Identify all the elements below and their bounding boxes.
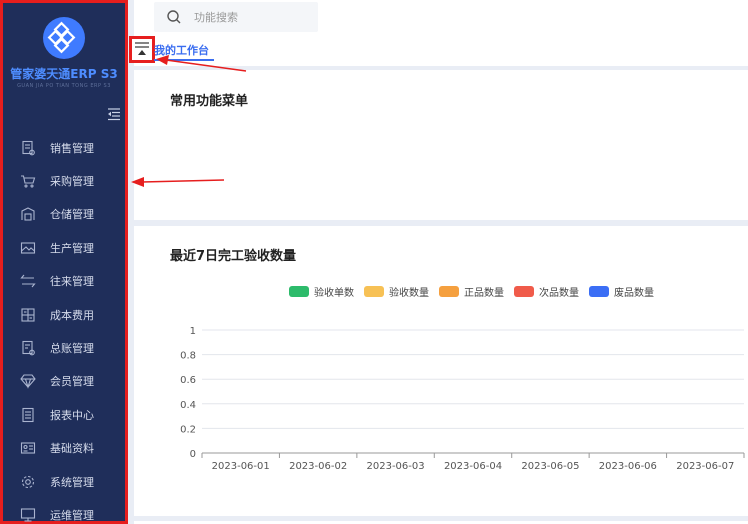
sidebar-item-label: 会员管理 — [50, 375, 94, 389]
sales-doc-icon — [20, 140, 36, 156]
sidebar-item-label: 销售管理 — [50, 141, 94, 155]
sidebar-item-reports[interactable]: 报表中心 — [3, 398, 125, 431]
sidebar-item-label: 系统管理 — [50, 475, 94, 489]
gear-icon — [20, 474, 36, 490]
sidebar-item-member[interactable]: 会员管理 — [3, 365, 125, 398]
search-input[interactable] — [194, 9, 304, 25]
x-tick-label: 2023-06-02 — [289, 461, 347, 472]
x-tick-label: 2023-06-04 — [444, 461, 502, 472]
sidebar-item-label: 成本费用 — [50, 308, 94, 322]
brand-logo — [43, 17, 85, 59]
sidebar-item-purchase[interactable]: 采购管理 — [3, 164, 125, 197]
common-menu-card: 常用功能菜单 — [134, 70, 748, 220]
sidebar-collapse-button[interactable] — [107, 106, 121, 121]
search-box[interactable] — [154, 2, 318, 32]
diamond-icon — [20, 373, 36, 390]
x-tick-label: 2023-06-03 — [367, 461, 425, 472]
sidebar-item-label: 仓储管理 — [50, 208, 94, 222]
sidebar-item-label: 生产管理 — [50, 241, 94, 255]
sidebar-item-production[interactable]: 生产管理 — [3, 231, 125, 264]
sidebar-item-system[interactable]: 系统管理 — [3, 465, 125, 498]
sidebar-item-label: 采购管理 — [50, 175, 94, 189]
x-tick-label: 2023-06-07 — [676, 461, 734, 472]
id-card-icon — [20, 440, 36, 456]
y-tick-label: 0.8 — [180, 351, 196, 362]
x-tick-label: 2023-06-05 — [521, 461, 579, 472]
sidebar-collapse-icon — [107, 106, 121, 125]
calculator-icon — [20, 307, 36, 323]
sidebar-item-sales[interactable]: 销售管理 — [3, 131, 125, 164]
y-tick-label: 0 — [190, 449, 196, 460]
acceptance-chart: 0 0.2 0.4 0.6 0.8 1 2023-06-01 2023-06-02 2023-0… — [180, 326, 745, 472]
y-tick-label: 1 — [190, 326, 196, 337]
sidebar-item-label: 运维管理 — [50, 508, 94, 522]
sidebar-item-basic-data[interactable]: 基础资料 — [3, 432, 125, 465]
warehouse-icon — [20, 206, 36, 222]
exchange-icon — [20, 273, 36, 289]
sidebar-item-ops[interactable]: 运维管理 — [3, 498, 125, 524]
brand-name: 管家婆天通ERP S3 — [10, 67, 118, 81]
x-tick-label: 2023-06-01 — [212, 461, 270, 472]
sidebar-item-cost[interactable]: 成本费用 — [3, 298, 125, 331]
sidebar-item-exchange[interactable]: 往来管理 — [3, 265, 125, 298]
factory-icon — [20, 240, 36, 256]
x-tick-label: 2023-06-06 — [599, 461, 657, 472]
sidebar-item-label: 基础资料 — [50, 442, 94, 456]
monitor-icon — [20, 507, 36, 523]
sidebar: 管家婆天通ERP S3 GUAN JIA PO TIAN TONG ERP S3… — [0, 0, 128, 524]
cart-icon — [20, 173, 36, 189]
brand-subtitle: GUAN JIA PO TIAN TONG ERP S3 — [17, 83, 111, 89]
tab-my-workbench[interactable]: 我的工作台 — [154, 42, 209, 58]
search-icon — [166, 9, 182, 25]
sidebar-item-ledger[interactable]: 总账管理 — [3, 331, 125, 364]
report-icon — [20, 407, 36, 423]
ledger-icon — [20, 340, 36, 356]
sidebar-item-label: 往来管理 — [50, 275, 94, 289]
sidebar-menu: 销售管理 采购管理 仓储管理 生产管理 往来管理 成本费用 总账管理 会员管理 … — [3, 131, 125, 524]
common-menu-title: 常用功能菜单 — [170, 94, 249, 109]
y-tick-label: 0.2 — [180, 424, 196, 435]
y-tick-label: 0.4 — [180, 400, 196, 411]
y-tick-label: 0.6 — [180, 375, 196, 386]
tab-bar-toggle-button[interactable] — [129, 36, 155, 63]
sidebar-item-label: 总账管理 — [50, 342, 94, 356]
menu-fold-icon — [132, 42, 152, 64]
sidebar-item-warehouse[interactable]: 仓储管理 — [3, 198, 125, 231]
sidebar-item-label: 报表中心 — [50, 408, 94, 422]
app-root: 我的工作台 常用功能菜单 最近7日完工验收数量 验收单数验收数量正品数量次品数量… — [0, 0, 748, 524]
chart-card: 最近7日完工验收数量 验收单数 验收数量 正品数量 次品数量 废品数量 0 0.2 0.4 0… — [134, 226, 748, 516]
tab-active-indicator — [154, 59, 214, 61]
